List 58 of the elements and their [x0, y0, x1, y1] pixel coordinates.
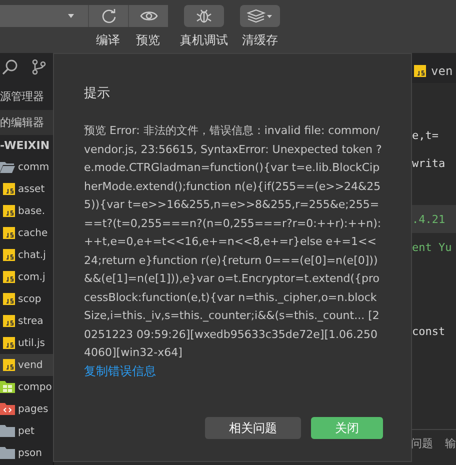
tree-item[interactable]: comm [0, 156, 53, 178]
tree-item[interactable]: compo [0, 376, 53, 398]
js-file-icon [3, 359, 15, 371]
related-issues-button[interactable]: 相关问题 [205, 417, 301, 439]
tree-item[interactable]: vend [0, 354, 53, 376]
compile-button[interactable] [88, 5, 128, 27]
editor-tab[interactable]: ven [414, 59, 456, 83]
toolbar-label: 编译 [96, 32, 120, 49]
js-file-icon [3, 205, 15, 217]
js-file-icon [3, 315, 15, 327]
js-file-icon [3, 337, 15, 349]
code-text: .4.21 [412, 212, 446, 226]
refresh-icon [100, 8, 116, 24]
panel-tab[interactable]: 输 [445, 436, 456, 465]
toolbar-label: 预览 [136, 32, 160, 49]
project-header[interactable]: -WEIXIN [0, 135, 53, 156]
tree-item[interactable]: scop [0, 288, 53, 310]
branch-icon[interactable] [32, 59, 46, 75]
panel-tab[interactable]: 问题 [411, 436, 433, 465]
dialog-title: 提示 [84, 85, 111, 102]
code-text: e,t= [412, 128, 440, 142]
tree-item[interactable]: com.j [0, 266, 53, 288]
code-text: const [412, 324, 446, 338]
tree-item[interactable]: util.js [0, 332, 53, 354]
folder-icon [0, 447, 15, 459]
pages-folder-icon [0, 403, 15, 415]
error-message: 预览 Error: 非法的文件，错误信息：invalid file: common/vendor.js, 23:56615, SyntaxError: Unexpected token ? e.mode.CTRGladman=function(){var t=e.lib.BlockCipherMode.extend();function n(e){if(255==(e>>24&255)){var t=e>>16&255,n=e>>8&255,r=255&e;255===t?(t=0,255===n?(n=0,255===r?r=0:++r):++n):++t,e=0,e+=t<<16,e+=n<<8,e+=r}else e+=1<<24;return e}function r(e){return 0===(e[0]=n(e[0]))&&(e[1]=n(e[1])),e}var o=t.Encryptor=t.extend({processBlock:function(e,t){var n=this._cipher,o=n.blockSize,i=this._iv,s=this._counter;i&&(s=this._count... [20251223 09:59:26][wxedb95633c35de72e][1.06.2504060][win32-x64] [84, 123, 383, 361]
tree-item[interactable]: cache [0, 222, 53, 244]
tree-item[interactable]: pet [0, 420, 53, 442]
folder-icon [0, 425, 15, 437]
search-icon[interactable] [2, 59, 18, 75]
js-file-icon [3, 249, 15, 261]
tree-item[interactable]: pson [0, 442, 53, 464]
preview-button[interactable] [128, 5, 168, 27]
grid-folder-icon [0, 381, 15, 393]
panel-title: 源管理器 [0, 89, 45, 105]
clear-cache-button[interactable] [240, 5, 280, 27]
tree-item[interactable]: chat.j [0, 244, 53, 266]
tree-item[interactable]: asset [0, 178, 53, 200]
tree-item[interactable]: strea [0, 310, 53, 332]
code-text: ent Yu [412, 240, 453, 254]
caret-icon [68, 14, 74, 18]
tree-item[interactable]: pages [0, 398, 53, 420]
js-file-icon [3, 227, 15, 239]
toolbar-label: 真机调试 [180, 32, 228, 49]
js-file-icon [3, 293, 15, 305]
toolbar-label: 清缓存 [242, 32, 278, 49]
copy-error-link[interactable]: 复制错误信息 [84, 362, 156, 380]
bug-icon [196, 8, 212, 24]
debug-button[interactable] [184, 5, 224, 27]
eye-icon [140, 10, 158, 22]
tree-item[interactable]: base. [0, 200, 53, 222]
open-editors-header[interactable]: 的编辑器 [0, 110, 53, 135]
code-text: writa [412, 156, 446, 170]
js-file-icon [3, 271, 15, 283]
js-file-icon [3, 183, 15, 195]
js-file-icon [414, 65, 426, 77]
layers-icon [247, 9, 273, 23]
